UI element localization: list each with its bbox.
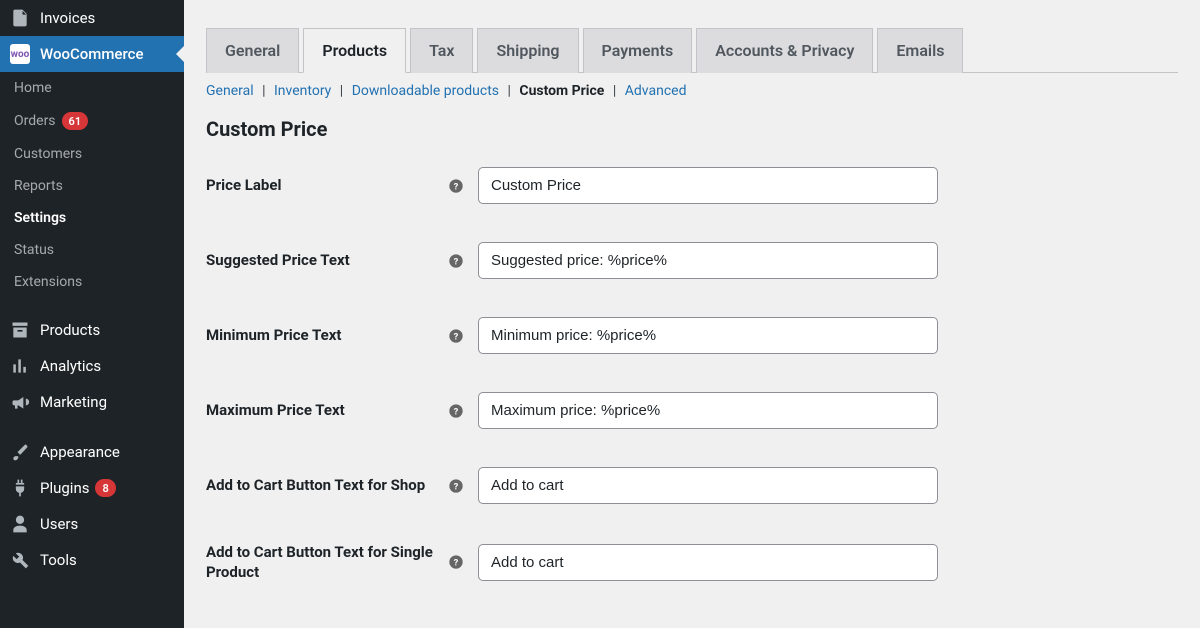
help-icon[interactable]: ? <box>446 554 466 570</box>
separator: | <box>262 83 265 99</box>
sidebar-label: Extensions <box>14 274 82 290</box>
sidebar-item-woocommerce[interactable]: woo WooCommerce <box>0 36 184 72</box>
section-title: Custom Price <box>206 117 1178 141</box>
settings-tabs: General Products Tax Shipping Payments A… <box>206 0 1178 73</box>
sidebar-item-tools[interactable]: Tools <box>0 542 184 578</box>
admin-sidebar: Invoices woo WooCommerce Home Orders 61 … <box>0 0 184 628</box>
sidebar-item-home[interactable]: Home <box>0 72 184 104</box>
row-add-to-cart-single: Add to Cart Button Text for Single Produ… <box>206 542 1178 583</box>
separator: | <box>340 83 343 99</box>
user-icon <box>10 514 30 534</box>
sidebar-item-analytics[interactable]: Analytics <box>0 348 184 384</box>
sidebar-label: Settings <box>14 210 66 226</box>
input-minimum-price-text[interactable] <box>478 317 938 354</box>
row-add-to-cart-shop: Add to Cart Button Text for Shop ? <box>206 467 1178 504</box>
svg-text:?: ? <box>454 558 459 569</box>
label-add-to-cart-shop: Add to Cart Button Text for Shop <box>206 475 446 495</box>
plugins-count-badge: 8 <box>95 479 115 497</box>
sidebar-label: Analytics <box>40 357 101 375</box>
subnav-general[interactable]: General <box>206 83 254 99</box>
sidebar-label: Products <box>40 321 100 339</box>
input-maximum-price-text[interactable] <box>478 392 938 429</box>
sidebar-item-extensions[interactable]: Extensions <box>0 266 184 298</box>
sidebar-item-orders[interactable]: Orders 61 <box>0 104 184 138</box>
svg-text:?: ? <box>454 331 459 342</box>
sidebar-label: Orders <box>14 113 56 129</box>
sidebar-label: Invoices <box>40 9 95 27</box>
subnav-custom-price[interactable]: Custom Price <box>519 83 604 99</box>
subnav-inventory[interactable]: Inventory <box>274 83 331 99</box>
megaphone-icon <box>10 392 30 412</box>
help-icon[interactable]: ? <box>446 403 466 419</box>
sidebar-item-plugins[interactable]: Plugins 8 <box>0 470 184 506</box>
sidebar-label: Home <box>14 80 52 96</box>
label-add-to-cart-single: Add to Cart Button Text for Single Produ… <box>206 542 446 583</box>
tab-payments[interactable]: Payments <box>583 28 693 73</box>
woocommerce-icon: woo <box>10 44 30 64</box>
svg-text:?: ? <box>454 181 459 192</box>
sidebar-label: Status <box>14 242 54 258</box>
label-suggested-price-text: Suggested Price Text <box>206 250 446 270</box>
row-maximum-price-text: Maximum Price Text ? <box>206 392 1178 429</box>
sidebar-item-customers[interactable]: Customers <box>0 138 184 170</box>
row-suggested-price-text: Suggested Price Text ? <box>206 242 1178 279</box>
chart-bar-icon <box>10 356 30 376</box>
help-icon[interactable]: ? <box>446 253 466 269</box>
plug-icon <box>10 478 30 498</box>
brush-icon <box>10 442 30 462</box>
sidebar-item-appearance[interactable]: Appearance <box>0 434 184 470</box>
orders-count-badge: 61 <box>62 112 89 130</box>
help-icon[interactable]: ? <box>446 478 466 494</box>
input-add-to-cart-shop[interactable] <box>478 467 938 504</box>
row-minimum-price-text: Minimum Price Text ? <box>206 317 1178 354</box>
sidebar-label: Tools <box>40 551 77 569</box>
products-subnav: General | Inventory | Downloadable produ… <box>206 73 1178 117</box>
sidebar-item-invoices[interactable]: Invoices <box>0 0 184 36</box>
input-add-to-cart-single[interactable] <box>478 544 938 581</box>
separator: | <box>508 83 511 99</box>
label-minimum-price-text: Minimum Price Text <box>206 325 446 345</box>
sidebar-label: WooCommerce <box>40 45 144 63</box>
tab-shipping[interactable]: Shipping <box>477 28 578 73</box>
subnav-downloadable[interactable]: Downloadable products <box>352 83 499 99</box>
sidebar-label: Users <box>40 515 78 533</box>
sidebar-label: Customers <box>14 146 82 162</box>
label-price-label: Price Label <box>206 175 446 195</box>
invoice-icon <box>10 8 30 28</box>
tab-emails[interactable]: Emails <box>877 28 963 73</box>
svg-text:?: ? <box>454 256 459 267</box>
tab-products[interactable]: Products <box>303 28 406 73</box>
sidebar-item-products[interactable]: Products <box>0 312 184 348</box>
sidebar-label: Appearance <box>40 443 120 461</box>
sidebar-item-status[interactable]: Status <box>0 234 184 266</box>
row-price-label: Price Label ? <box>206 167 1178 204</box>
sidebar-label: Plugins <box>40 479 89 497</box>
svg-text:?: ? <box>454 406 459 417</box>
help-icon[interactable]: ? <box>446 178 466 194</box>
input-price-label[interactable] <box>478 167 938 204</box>
tab-general[interactable]: General <box>206 28 299 73</box>
help-icon[interactable]: ? <box>446 328 466 344</box>
sidebar-item-users[interactable]: Users <box>0 506 184 542</box>
sidebar-item-settings[interactable]: Settings <box>0 202 184 234</box>
sidebar-label: Reports <box>14 178 63 194</box>
tab-tax[interactable]: Tax <box>410 28 473 73</box>
archive-icon <box>10 320 30 340</box>
subnav-advanced[interactable]: Advanced <box>625 83 687 99</box>
label-maximum-price-text: Maximum Price Text <box>206 400 446 420</box>
wrench-icon <box>10 550 30 570</box>
sidebar-item-marketing[interactable]: Marketing <box>0 384 184 420</box>
sidebar-label: Marketing <box>40 393 107 411</box>
separator: | <box>613 83 616 99</box>
input-suggested-price-text[interactable] <box>478 242 938 279</box>
sidebar-item-reports[interactable]: Reports <box>0 170 184 202</box>
main-content: General Products Tax Shipping Payments A… <box>184 0 1200 628</box>
svg-text:?: ? <box>454 481 459 492</box>
tab-accounts-privacy[interactable]: Accounts & Privacy <box>696 28 873 73</box>
